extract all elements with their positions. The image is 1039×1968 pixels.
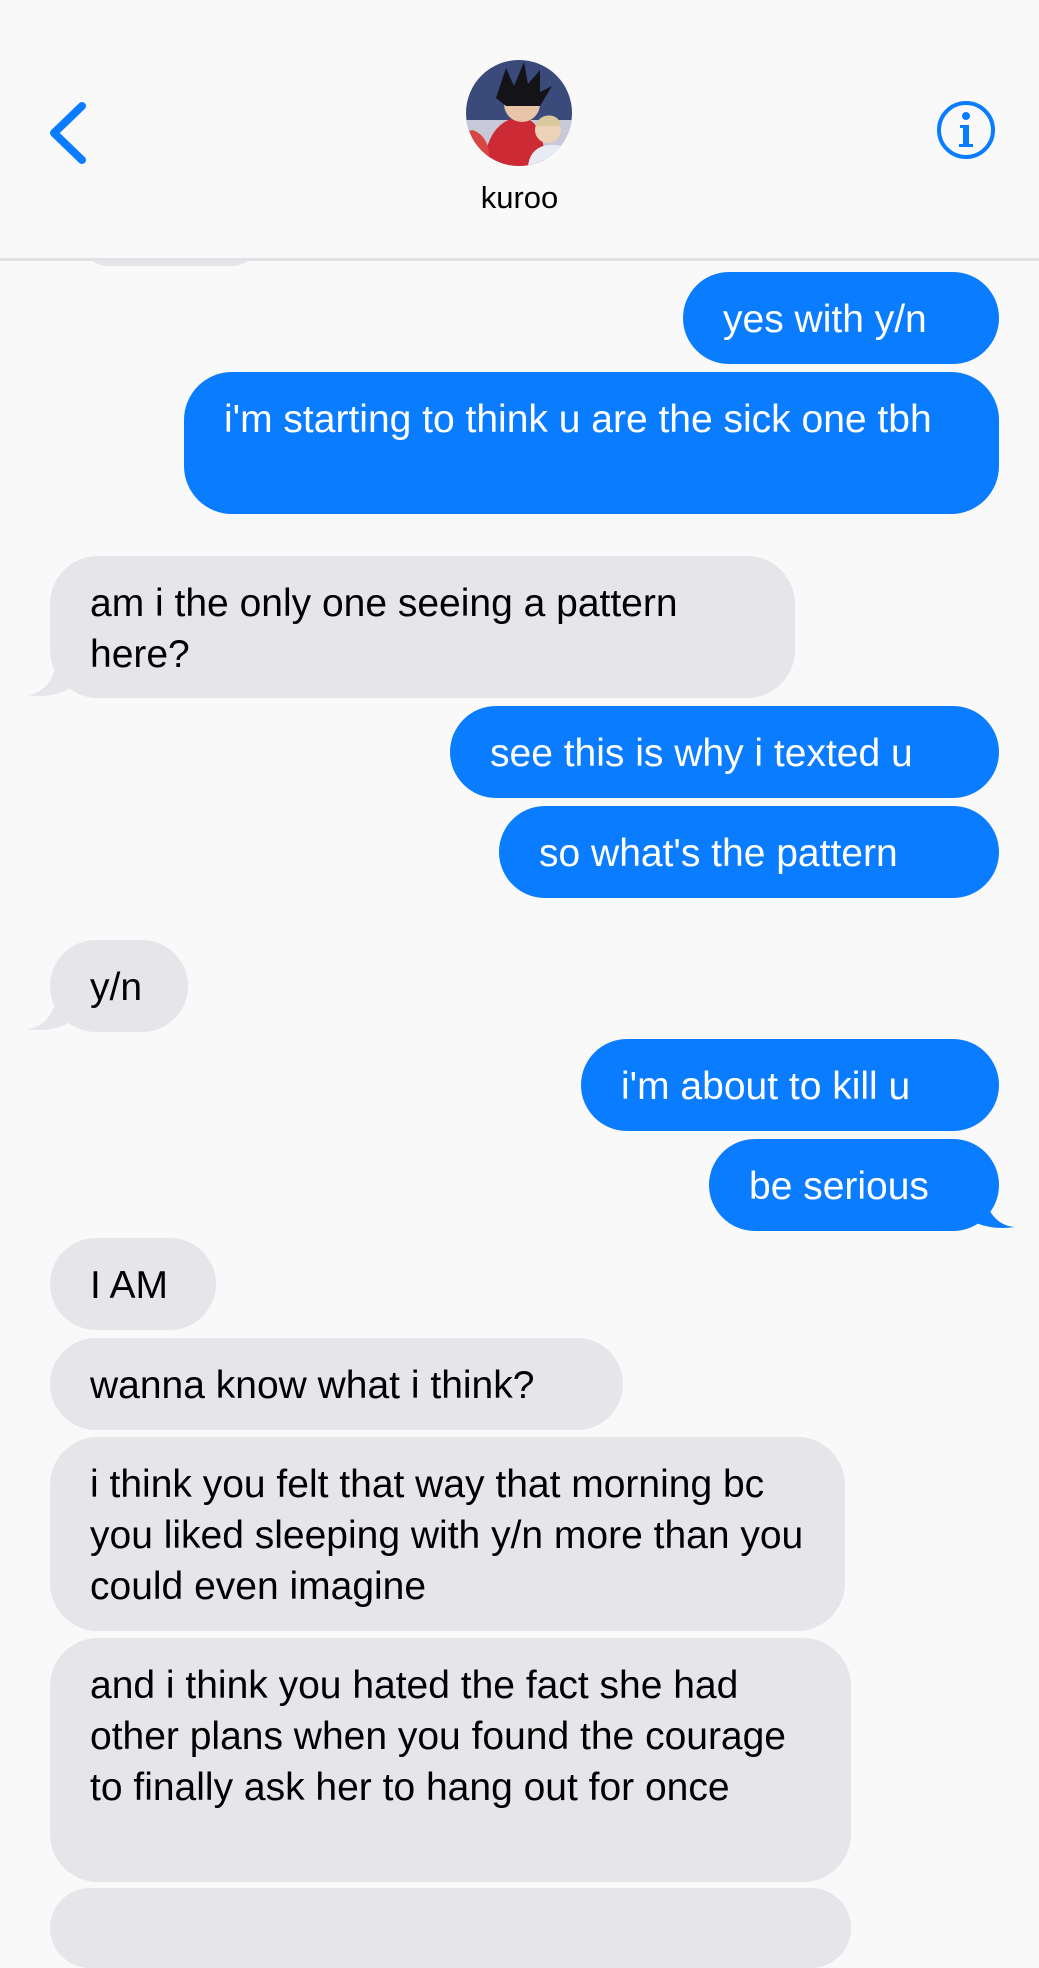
message-bubble[interactable]: wanna know what i think?: [50, 1338, 623, 1430]
message-bubble[interactable]: yes with y/n: [683, 272, 999, 364]
info-button[interactable]: [936, 100, 996, 160]
bubble-tail: [26, 660, 78, 696]
message-bubble[interactable]: see this is why i texted u: [450, 706, 999, 798]
message-bubble[interactable]: i'm starting to think u are the sick one…: [184, 372, 999, 514]
message-bubble[interactable]: am i the only one seeing a pattern here?: [50, 556, 795, 698]
message-bubble[interactable]: i think you felt that way that morning b…: [50, 1437, 845, 1631]
message-bubble-partial-bottom: [50, 1888, 851, 1968]
message-bubble[interactable]: and i think you hated the fact she had o…: [50, 1638, 851, 1882]
contact-name[interactable]: kuroo: [0, 180, 1039, 216]
message-bubble[interactable]: so what's the pattern: [499, 806, 999, 898]
conversation-header: kuroo: [0, 0, 1039, 261]
message-bubble[interactable]: I AM: [50, 1238, 216, 1330]
back-button[interactable]: [40, 98, 100, 168]
bubble-tail: [963, 1192, 1015, 1228]
info-icon: [937, 101, 995, 159]
avatar-image: [466, 60, 572, 166]
message-bubble[interactable]: i'm about to kill u: [581, 1039, 999, 1131]
contact-avatar[interactable]: [466, 60, 572, 166]
message-list: yes with y/n i'm starting to think u are…: [0, 0, 1039, 1968]
chevron-left-icon: [50, 102, 86, 164]
bubble-tail: [26, 994, 78, 1030]
